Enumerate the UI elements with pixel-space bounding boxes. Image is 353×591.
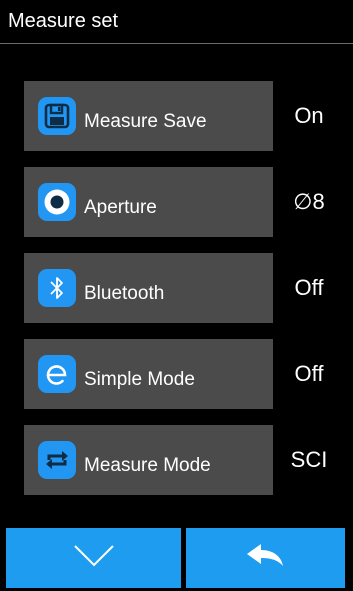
repeat-icon xyxy=(38,441,76,479)
setting-value[interactable]: ∅8 xyxy=(274,167,344,237)
setting-row-measure-save[interactable]: Measure Save On xyxy=(24,81,344,151)
setting-label-area[interactable]: Simple Mode xyxy=(24,339,273,409)
setting-row-aperture[interactable]: Aperture ∅8 xyxy=(24,167,344,237)
setting-label-area[interactable]: Measure Mode xyxy=(24,425,273,495)
header-bar: Measure set xyxy=(0,0,353,44)
setting-value[interactable]: Off xyxy=(274,339,344,409)
chevron-down-icon xyxy=(72,543,116,574)
save-icon xyxy=(38,97,76,135)
scroll-down-button[interactable] xyxy=(6,528,181,588)
back-arrow-icon xyxy=(245,542,287,575)
setting-label-area[interactable]: Bluetooth xyxy=(24,253,273,323)
bluetooth-icon xyxy=(38,269,76,307)
setting-value[interactable]: On xyxy=(274,81,344,151)
setting-value[interactable]: SCI xyxy=(274,425,344,495)
setting-row-simple-mode[interactable]: Simple Mode Off xyxy=(24,339,344,409)
setting-label-area[interactable]: Measure Save xyxy=(24,81,273,151)
setting-value[interactable]: Off xyxy=(274,253,344,323)
setting-label: Simple Mode xyxy=(84,369,195,390)
page-title: Measure set xyxy=(8,10,119,32)
setting-label: Aperture xyxy=(84,197,157,218)
back-button[interactable] xyxy=(186,528,345,588)
aperture-icon xyxy=(38,183,76,221)
setting-label: Measure Save xyxy=(84,111,207,132)
setting-label: Measure Mode xyxy=(84,455,211,476)
setting-label: Bluetooth xyxy=(84,283,165,304)
simple-mode-icon xyxy=(38,355,76,393)
setting-row-bluetooth[interactable]: Bluetooth Off xyxy=(24,253,344,323)
setting-label-area[interactable]: Aperture xyxy=(24,167,273,237)
setting-row-measure-mode[interactable]: Measure Mode SCI xyxy=(24,425,344,495)
